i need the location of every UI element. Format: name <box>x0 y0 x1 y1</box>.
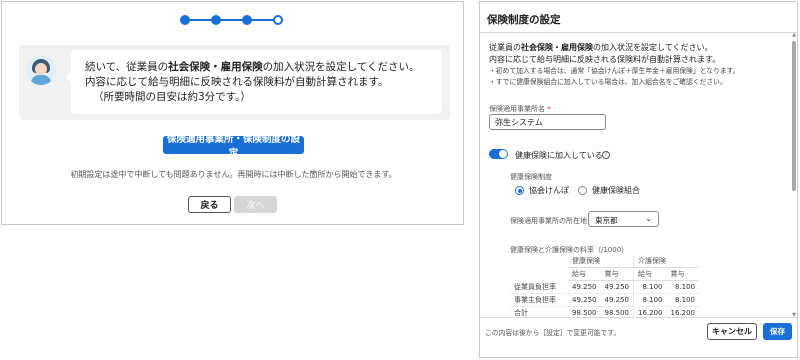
table-row: 事業主負担率 49.250 49.250 8.100 8.100 <box>510 293 699 307</box>
group-care-insurance: 介護保険 <box>633 255 699 268</box>
step-3-dot <box>242 15 252 25</box>
table-row: 従業員負担率 49.250 49.250 8.100 8.100 <box>510 280 699 294</box>
footer-note: この内容は後から［設定］で変更可能です。 <box>485 329 621 337</box>
assistant-avatar-icon <box>26 55 56 85</box>
stepper-track <box>185 19 279 21</box>
message-line-1: 続いて、従業員の社会保険・雇用保険の加入状況を設定してください。 <box>85 61 420 73</box>
step-1-dot <box>180 15 190 25</box>
required-mark: * <box>547 105 551 113</box>
setup-wizard-panel: 続いて、従業員の社会保険・雇用保険の加入状況を設定してください。 内容に応じて給… <box>1 1 464 225</box>
insurance-system-label: 健康保険制度 <box>510 173 552 181</box>
message-line-2: 内容に応じて給与明細に反映される保険料が自動計算されます。 <box>85 76 389 88</box>
radio-health-insurance-union[interactable]: 健康保険組合 <box>578 185 640 196</box>
step-4-dot <box>273 15 283 25</box>
dialog-title: 保険制度の設定 <box>487 14 561 26</box>
message-bubble: 続いて、従業員の社会保険・雇用保険の加入状況を設定してください。 内容に応じて給… <box>65 50 442 114</box>
prefecture-select[interactable]: 東京都 ⌄ <box>588 211 659 227</box>
dialog-footer: この内容は後から［設定］で変更可能です。 キャンセル 保存 <box>480 317 797 357</box>
save-button[interactable]: 保存 <box>763 323 792 340</box>
next-button[interactable]: 次へ <box>234 196 277 213</box>
health-insurance-toggle[interactable] <box>489 149 508 159</box>
office-location-label: 保険適用事業所の所在地 <box>510 217 587 225</box>
office-name-label: 保険適用事業所名 * <box>489 105 551 113</box>
intro-note-2: ・すでに健康保険組合に加入している場合は、加入組合名をご確認ください。 <box>489 78 727 86</box>
dialog-scrollbar[interactable]: ▲ ▼ <box>791 33 797 318</box>
progress-stepper <box>180 13 284 27</box>
radio-unselected-icon[interactable] <box>578 186 587 195</box>
cancel-button[interactable]: キャンセル <box>707 323 757 340</box>
dialog-header-divider <box>480 32 797 33</box>
health-insurance-toggle-label: 健康保険に加入している <box>515 151 603 160</box>
chevron-down-icon: ⌄ <box>645 214 652 223</box>
insurance-settings-dialog: 保険制度の設定 ▲ ▼ 従業員の社会保険・雇用保険の加入状況を設定してください。… <box>479 1 798 358</box>
back-button[interactable]: 戻る <box>188 196 231 213</box>
office-name-input[interactable] <box>489 114 606 130</box>
dialog-intro: 従業員の社会保険・雇用保険の加入状況を設定してください。 内容に応じて給与明細に… <box>489 42 784 88</box>
radio-kyokai-kenpo[interactable]: 協会けんぽ <box>515 185 569 196</box>
radio-selected-icon[interactable] <box>515 186 524 195</box>
subheader-salary: 給与 <box>568 267 601 281</box>
resume-hint: 初期設定は途中で中断しても問題ありません。再開時には中断した箇所から開始できます… <box>70 170 397 179</box>
subheader-bonus: 賞与 <box>600 267 634 281</box>
intro-line-1: 従業員の社会保険・雇用保険の加入状況を設定してください。 <box>489 43 713 52</box>
intro-note-1: ・初めて加入する場合は、通常「協会けんぽ＋厚生年金＋雇用保険」となります。 <box>489 67 740 75</box>
rates-table-title: 健康保険と介護保険の料率（/1000） <box>510 246 629 254</box>
insurance-settings-button[interactable]: 保険適用事業所・保険制度の設定 <box>163 134 304 159</box>
subheader-salary: 給与 <box>633 267 667 281</box>
step-2-dot <box>211 15 221 25</box>
scrollbar-thumb[interactable] <box>792 41 796 191</box>
assistant-message: 続いて、従業員の社会保険・雇用保険の加入状況を設定してください。 内容に応じて給… <box>19 45 450 120</box>
rates-table: 健康保険 介護保険 給与 賞与 給与 賞与 従業員負担率 49.250 49.2… <box>510 255 699 320</box>
scroll-up-icon[interactable]: ▲ <box>791 33 797 38</box>
group-health-insurance: 健康保険 <box>568 255 634 268</box>
subheader-bonus: 賞与 <box>666 267 699 281</box>
intro-line-2: 内容に応じて給与明細に反映される保険料が自動計算されます。 <box>489 55 721 64</box>
help-icon[interactable]: ? <box>602 151 610 159</box>
message-line-3: （所要時間の目安は約3分です。） <box>93 91 251 103</box>
